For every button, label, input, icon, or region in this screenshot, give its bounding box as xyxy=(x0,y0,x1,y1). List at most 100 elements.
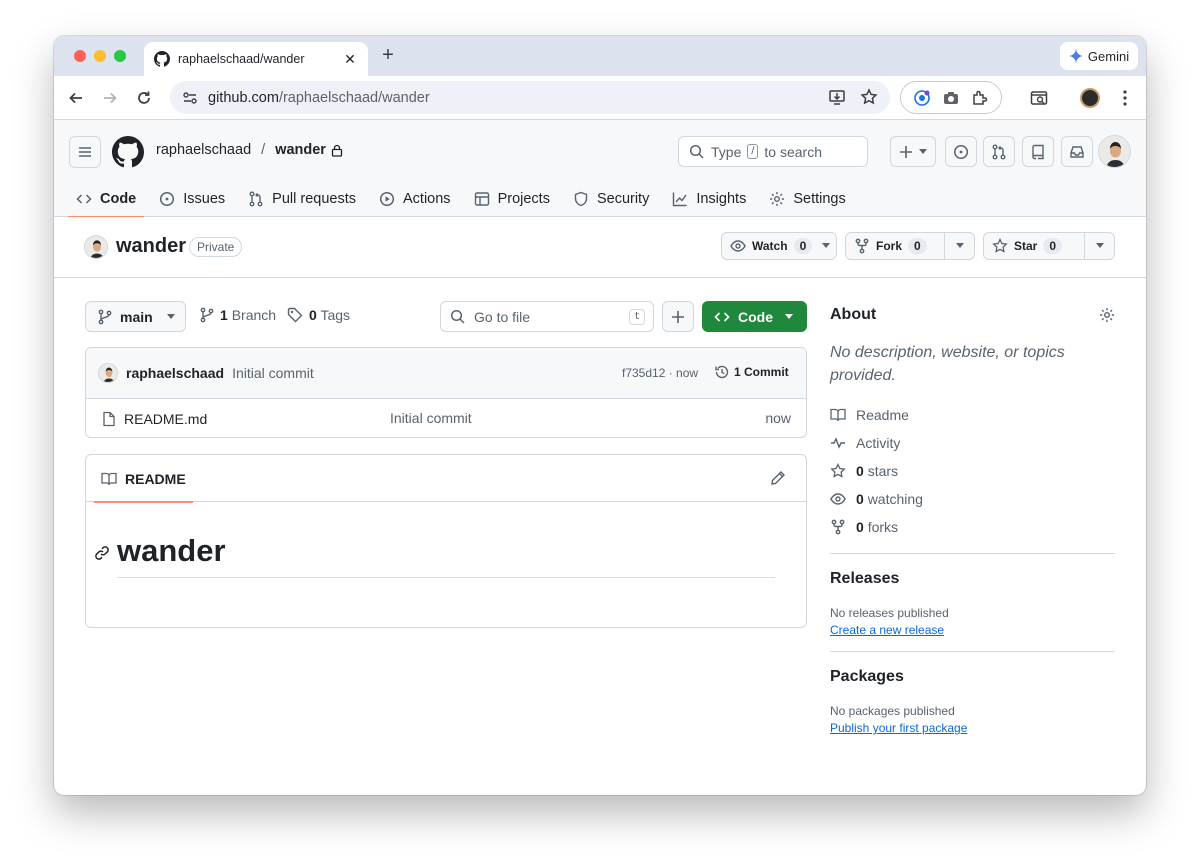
activity-link-label: Activity xyxy=(856,435,901,451)
close-window-button[interactable] xyxy=(74,50,86,62)
code-button[interactable]: Code xyxy=(702,301,807,332)
file-list: raphaelschaad Initial commit f735d12 · n… xyxy=(85,347,807,438)
tags-link[interactable]: 0 Tags xyxy=(287,307,350,323)
branch-select-button[interactable]: main xyxy=(85,301,186,332)
repositories-header-button[interactable] xyxy=(1022,136,1054,167)
code-button-label: Code xyxy=(738,308,773,325)
issues-header-button[interactable] xyxy=(945,136,977,167)
tab-code-label: Code xyxy=(100,190,137,207)
file-name[interactable]: README.md xyxy=(124,411,207,427)
branch-label: Branch xyxy=(231,307,277,323)
tab-pull-requests[interactable]: Pull requests xyxy=(240,180,364,217)
pull-requests-header-button[interactable] xyxy=(983,136,1015,167)
forward-button[interactable] xyxy=(100,88,120,108)
go-to-file-input[interactable]: Go to file t xyxy=(440,301,654,332)
pulse-icon xyxy=(831,437,845,449)
watching-link[interactable]: 0 watching xyxy=(830,485,1115,513)
tab-pull-requests-label: Pull requests xyxy=(272,190,356,207)
star-dropdown[interactable] xyxy=(1084,233,1114,259)
create-new-button[interactable] xyxy=(890,136,936,167)
browser-menu-button[interactable] xyxy=(1115,88,1135,108)
owner-link[interactable]: raphaelschaad xyxy=(156,142,251,158)
tab-settings[interactable]: Settings xyxy=(761,180,853,217)
tab-issues[interactable]: Issues xyxy=(151,180,233,217)
readme-link[interactable]: Readme xyxy=(830,401,1115,429)
camera-icon[interactable] xyxy=(942,89,960,107)
issue-icon xyxy=(160,191,175,206)
fork-button-group: Fork 0 xyxy=(845,232,975,260)
fork-label: Fork xyxy=(876,239,903,253)
repo-link-label: wander xyxy=(275,142,326,158)
watch-caret-icon[interactable] xyxy=(822,243,831,249)
table-row[interactable]: README.md Initial commit now xyxy=(86,399,806,437)
menu-button[interactable] xyxy=(69,136,101,168)
create-release-link[interactable]: Create a new release xyxy=(830,622,1115,639)
commit-sha-time[interactable]: f735d12 · now xyxy=(622,366,698,380)
extension-badge-icon[interactable] xyxy=(913,89,931,107)
add-file-button[interactable] xyxy=(662,301,694,332)
gemini-button[interactable]: Gemini xyxy=(1060,42,1138,70)
forks-link[interactable]: 0 forks xyxy=(830,513,1115,541)
arrow-right-icon xyxy=(104,92,117,104)
activity-link[interactable]: Activity xyxy=(830,429,1115,457)
address-bar[interactable]: github.com/raphaelschaad/wander xyxy=(170,81,890,114)
maximize-window-button[interactable] xyxy=(114,50,126,62)
minimize-window-button[interactable] xyxy=(94,50,106,62)
pencil-icon[interactable] xyxy=(770,470,786,486)
repo-nav: Code Issues Pull requests Actions Projec… xyxy=(68,180,861,218)
tab-security-label: Security xyxy=(596,190,650,207)
reload-button[interactable] xyxy=(134,88,154,108)
puzzle-extensions-icon[interactable] xyxy=(971,89,989,107)
profile-button[interactable] xyxy=(1080,88,1100,108)
tab-search-button[interactable] xyxy=(1029,88,1049,108)
user-avatar[interactable] xyxy=(1098,135,1131,168)
commit-author[interactable]: raphaelschaad xyxy=(126,365,224,381)
browser-tab[interactable]: raphaelschaad/wander ✕ xyxy=(144,42,368,76)
new-tab-button[interactable]: + xyxy=(378,45,398,65)
readme-tab[interactable]: README xyxy=(94,455,193,503)
fork-icon xyxy=(831,519,845,535)
gear-icon[interactable] xyxy=(1099,307,1115,323)
url-text: github.com/raphaelschaad/wander xyxy=(208,90,430,106)
inbox-header-button[interactable] xyxy=(1061,136,1093,167)
fork-dropdown[interactable] xyxy=(944,233,974,259)
repo-link[interactable]: wander xyxy=(275,142,343,158)
browser-tab-bar: raphaelschaad/wander ✕ + Gemini xyxy=(54,36,1146,76)
search-input[interactable]: Type / to search xyxy=(678,136,868,167)
tab-close-icon[interactable]: ✕ xyxy=(342,51,358,68)
gemini-sparkle-icon xyxy=(1068,49,1083,63)
releases-title[interactable]: Releases xyxy=(830,570,1115,588)
link-icon[interactable] xyxy=(94,545,110,561)
readme-tab-label: README xyxy=(125,470,186,487)
bookmark-star-icon[interactable] xyxy=(860,88,878,106)
commit-message[interactable]: Initial commit xyxy=(232,365,314,381)
tab-actions[interactable]: Actions xyxy=(371,180,459,217)
tab-projects[interactable]: Projects xyxy=(466,180,558,217)
tab-settings-label: Settings xyxy=(793,190,846,207)
file-commit-message[interactable]: Initial commit xyxy=(390,410,472,426)
divider xyxy=(830,553,1115,554)
sidebar: About No description, website, or topics… xyxy=(830,301,1115,737)
commits-link[interactable]: 1 Commit xyxy=(714,364,789,380)
reload-icon xyxy=(138,91,150,104)
tab-security[interactable]: Security xyxy=(565,180,657,217)
fork-button[interactable]: Fork 0 xyxy=(846,233,944,259)
publish-package-link[interactable]: Publish your first package xyxy=(830,720,1115,737)
repo-title[interactable]: wander xyxy=(116,235,186,258)
star-button[interactable]: Star 0 xyxy=(984,233,1084,259)
watch-button[interactable]: Watch 0 xyxy=(722,233,820,259)
branch-icon xyxy=(98,309,112,324)
readme-link-label: Readme xyxy=(856,407,909,423)
back-button[interactable] xyxy=(66,88,86,108)
install-app-icon[interactable] xyxy=(828,88,846,106)
github-logo-icon[interactable] xyxy=(112,136,144,168)
site-settings-icon[interactable] xyxy=(182,90,198,106)
tab-code[interactable]: Code xyxy=(68,180,145,218)
packages-title[interactable]: Packages xyxy=(830,668,1115,686)
releases-note: No releases published xyxy=(830,606,949,620)
stars-link[interactable]: 0 stars xyxy=(830,457,1115,485)
tab-insights[interactable]: Insights xyxy=(664,180,754,217)
repo-owner-avatar[interactable] xyxy=(84,235,108,259)
branches-link[interactable]: 1 Branch xyxy=(200,307,276,323)
commit-author-avatar[interactable] xyxy=(98,363,118,383)
